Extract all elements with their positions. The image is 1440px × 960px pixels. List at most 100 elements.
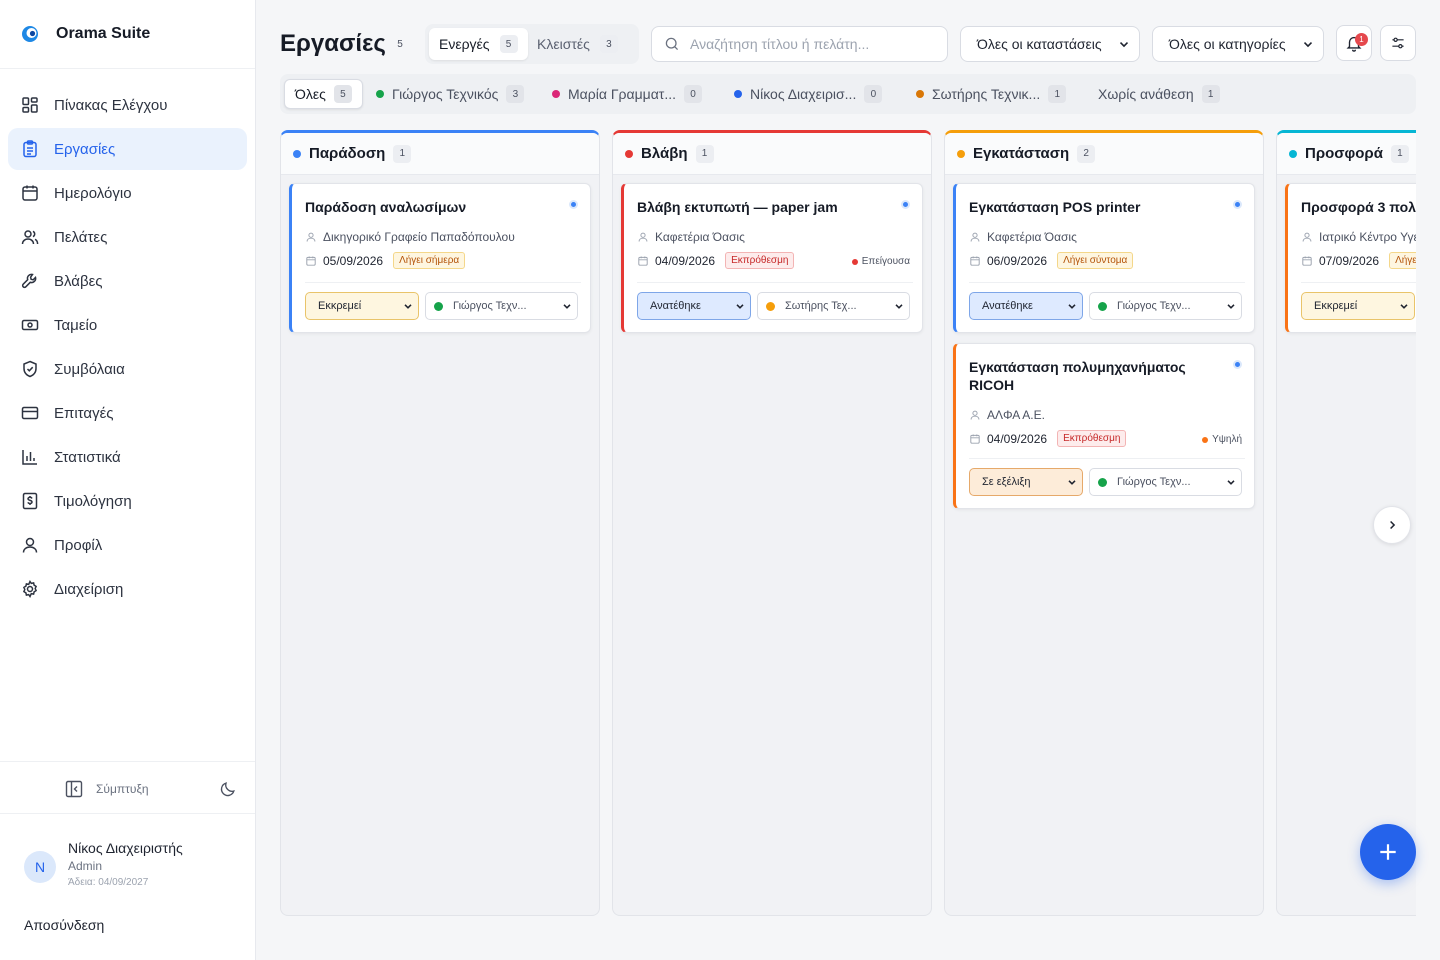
task-title: Εγκατάσταση πολυμηχανήματος RICOH (969, 359, 1186, 393)
sidebar-item-contracts[interactable]: Συμβόλαια (8, 348, 247, 390)
collapse-sidebar-button[interactable]: Σύμπτυξη (64, 779, 149, 799)
tech-color-dot (916, 90, 924, 98)
shield-icon (23, 360, 37, 378)
chevron-down-icon (1400, 304, 1408, 309)
task-card[interactable]: Προσφορά 3 πολυμηχανημάτων Ιατρικό Κέντρ… (1285, 183, 1416, 333)
brand: Orama Suite (0, 0, 255, 69)
task-client: Δικηγορικό Γραφείο Παπαδόπουλου (305, 230, 515, 244)
task-title: Προσφορά 3 πολυμηχανημάτων (1301, 199, 1416, 215)
sidebar-item-tasks[interactable]: Εργασίες (8, 128, 247, 170)
kanban-column-delivery: Παράδοση 1 Παράδοση αναλωσίμων Δικηγορικ… (280, 130, 600, 916)
tech-filter-count: 3 (506, 85, 525, 103)
notifications-button[interactable]: 1 (1336, 25, 1372, 61)
tab-label: Κλειστές (537, 36, 590, 52)
sidebar-item-stats[interactable]: Στατιστικά (8, 436, 247, 478)
invoice-icon (22, 492, 38, 510)
main-content: Εργασίες 5 Ενεργές 5 Κλειστές 3 Όλες οι … (256, 0, 1440, 960)
unread-indicator (569, 200, 578, 209)
add-task-button[interactable] (1360, 824, 1416, 880)
category-filter-select[interactable]: Όλες οι κατηγορίες (1152, 26, 1324, 62)
tab-active[interactable]: Ενεργές 5 (429, 28, 528, 60)
task-technician-select[interactable]: Σωτήρης Τεχ... (757, 292, 910, 320)
task-due: 05/09/2026 Λήγει σήμερα (305, 252, 466, 269)
tech-filter-sotiris[interactable]: Σωτήρης Τεχνικ... 1 (906, 79, 1076, 109)
task-status-select[interactable]: Ανατέθηκε (969, 292, 1083, 320)
sidebar-item-dashboard[interactable]: Πίνακας Ελέγχου (8, 84, 247, 126)
due-date: 04/09/2026 (655, 253, 716, 268)
tab-label: Ενεργές (439, 36, 490, 52)
column-count: 1 (393, 144, 412, 163)
task-status-select[interactable]: Σε εξέλιξη (969, 468, 1083, 496)
tech-filter-all[interactable]: Όλες 5 (284, 79, 363, 109)
user-name: Νίκος Διαχειριστής (68, 840, 183, 856)
tech-filter-unassigned[interactable]: Χωρίς ανάθεση 1 (1088, 79, 1230, 109)
column-color-dot (293, 149, 301, 158)
sidebar-item-label: Διαχείριση (54, 580, 124, 598)
chevron-down-icon (1119, 42, 1129, 48)
task-card[interactable]: Εγκατάσταση πολυμηχανήματος RICOH ΑΛΦΑ Α… (953, 343, 1255, 509)
calendar-icon (970, 434, 980, 444)
clipboard-icon (23, 140, 37, 158)
task-technician-select[interactable]: Γιώργος Τεχν... (1089, 468, 1242, 496)
task-due: 04/09/2026 Εκπρόθεσμη (969, 430, 1127, 447)
task-status-select[interactable]: Ανατέθηκε (637, 292, 751, 320)
task-card[interactable]: Εγκατάσταση POS printer Καφετέρια Όασις … (953, 183, 1255, 333)
chevron-down-icon (404, 304, 412, 309)
due-tag: Λήγει σήμερα (1389, 252, 1416, 269)
user-icon (970, 410, 980, 420)
search-icon (665, 37, 679, 51)
user-icon (638, 232, 648, 242)
sidebar-item-faults[interactable]: Βλάβες (8, 260, 247, 302)
tech-filter-nikos[interactable]: Νίκος Διαχειρισ... 0 (724, 79, 892, 109)
sidebar-item-clients[interactable]: Πελάτες (8, 216, 247, 258)
search-input[interactable] (690, 36, 930, 52)
sidebar-item-profile[interactable]: Προφίλ (8, 524, 247, 566)
tech-filter-count: 0 (684, 85, 703, 103)
active-closed-tabs: Ενεργές 5 Κλειστές 3 (425, 24, 639, 64)
sidebar-item-admin[interactable]: Διαχείριση (8, 568, 247, 610)
license-expiry: Άδεια: 04/09/2027 (68, 877, 149, 888)
sidebar-item-checks[interactable]: Επιταγές (8, 392, 247, 434)
priority-label: Επείγουσα (861, 256, 910, 267)
task-status-select[interactable]: Εκκρεμεί (305, 292, 419, 320)
column-color-dot (1289, 149, 1297, 158)
task-card[interactable]: Παράδοση αναλωσίμων Δικηγορικό Γραφείο Π… (289, 183, 591, 333)
due-date: 07/09/2026 (1319, 253, 1380, 268)
column-header: Βλάβη 1 (613, 133, 931, 175)
task-client: ΑΛΦΑ Α.Ε. (969, 408, 1045, 422)
due-tag: Λήγει σύντομα (1057, 252, 1134, 269)
task-title: Εγκατάσταση POS printer (969, 199, 1141, 215)
task-technician-select[interactable]: Γιώργος Τεχν... (425, 292, 578, 320)
user-icon (22, 537, 38, 553)
user-icon (970, 232, 980, 242)
tech-filter-giorgos[interactable]: Γιώργος Τεχνικός 3 (366, 79, 534, 109)
search-box (651, 26, 948, 62)
tech-filter-maria[interactable]: Μαρία Γραμματ... 0 (542, 79, 712, 109)
sidebar-item-label: Ταμείο (54, 316, 98, 334)
page-title: Εργασίες (280, 30, 386, 57)
view-settings-button[interactable] (1380, 25, 1416, 61)
priority-dot (1202, 436, 1209, 443)
tech-filter-label: Γιώργος Τεχνικός (392, 86, 499, 102)
tab-closed[interactable]: Κλειστές 3 (527, 28, 628, 60)
tech-filter-label: Χωρίς ανάθεση (1098, 86, 1194, 102)
column-title: Εγκατάσταση (973, 145, 1070, 162)
task-technician-select[interactable]: Γιώργος Τεχν... (1089, 292, 1242, 320)
status-value: Ανατέθηκε (982, 300, 1033, 312)
status-filter-select[interactable]: Όλες οι καταστάσεις (960, 26, 1140, 62)
sidebar-item-cash[interactable]: Ταμείο (8, 304, 247, 346)
sidebar-item-calendar[interactable]: Ημερολόγιο (8, 172, 247, 214)
dashboard-icon (22, 97, 38, 113)
theme-toggle-button[interactable] (219, 780, 237, 798)
technician-value: Γιώργος Τεχν... (453, 300, 527, 312)
sidebar-item-invoicing[interactable]: Τιμολόγηση (8, 480, 247, 522)
sidebar-item-label: Προφίλ (54, 536, 103, 554)
task-title: Βλάβη εκτυπωτή — paper jam (637, 199, 838, 215)
sidebar-nav: Πίνακας Ελέγχου Εργασίες Ημερολόγιο Πελά… (0, 69, 255, 610)
scroll-right-button[interactable] (1373, 506, 1411, 544)
chevron-down-icon (563, 304, 571, 309)
task-card[interactable]: Βλάβη εκτυπωτή — paper jam Καφετέρια Όασ… (621, 183, 923, 333)
logout-link[interactable]: Αποσύνδεση (24, 917, 104, 933)
task-status-select[interactable]: Εκκρεμεί (1301, 292, 1415, 320)
card-divider (969, 282, 1245, 283)
